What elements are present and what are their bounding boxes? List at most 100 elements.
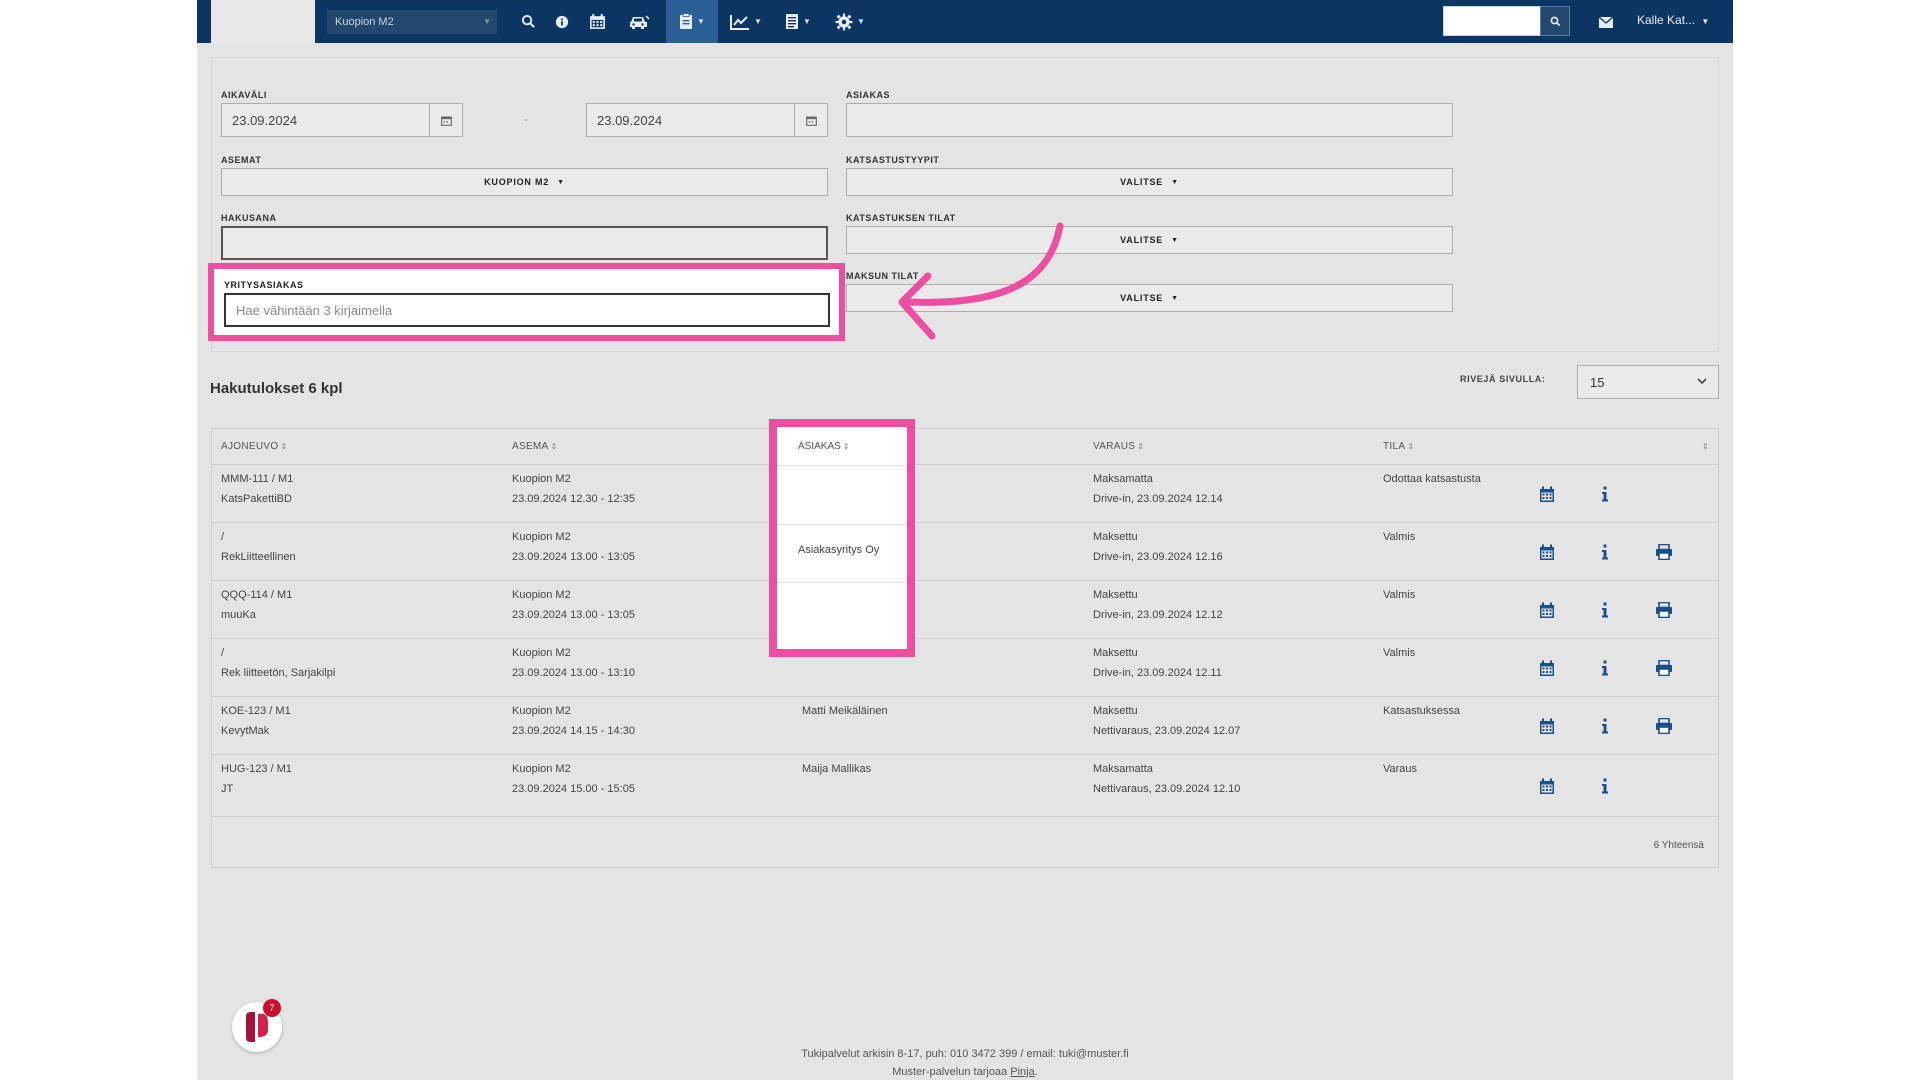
table-row[interactable]: MMM-111 / M1 KatsPakettiBD Kuopion M2 23.09… — [212, 465, 1718, 523]
info-icon[interactable] — [1601, 544, 1609, 565]
global-search-input[interactable] — [1443, 6, 1543, 36]
pinja-link[interactable]: Pinja — [1010, 1066, 1034, 1078]
list-document-icon — [786, 14, 799, 29]
chevron-down-icon: ▼ — [1701, 17, 1710, 26]
reports-menu[interactable]: ▼ — [725, 0, 767, 43]
asiakas-input[interactable] — [846, 103, 1453, 137]
date-to-calendar-button[interactable] — [794, 103, 828, 137]
clipboard-icon — [680, 13, 693, 29]
table-row[interactable]: KOE-123 / M1 KevytMak Kuopion M2 23.09.2024… — [212, 697, 1718, 755]
print-icon[interactable] — [1655, 717, 1673, 739]
vehicle-cell: HUG-123 / M1 — [221, 763, 292, 775]
table-row[interactable]: HUG-123 / M1 JT Kuopion M2 23.09.2024 15.00… — [212, 755, 1718, 817]
info-icon[interactable] — [1601, 718, 1609, 739]
calendar-icon[interactable] — [582, 0, 612, 43]
table-row[interactable]: / RekLiitteellinen Kuopion M2 23.09.2024 13… — [212, 523, 1718, 581]
column-header-label: ASEMA — [512, 441, 549, 452]
rows-per-page-select[interactable]: 15 — [1577, 365, 1719, 399]
global-search-button[interactable] — [1540, 6, 1570, 36]
info-icon[interactable] — [1601, 602, 1609, 623]
column-header-tila[interactable]: TILA ⇕ — [1383, 429, 1414, 465]
column-header-label: VARAUS — [1093, 441, 1136, 452]
asemat-label: ASEMAT — [221, 155, 262, 165]
asiakas-column-highlight: ASIAKAS ⇕ Asiakasyritys Oy — [769, 419, 915, 657]
info-icon[interactable] — [1601, 778, 1609, 799]
column-header-actions-sort[interactable]: ⇕ — [1700, 429, 1709, 465]
yritysasiakas-input[interactable]: Hae vähintään 3 kirjaimella — [224, 293, 830, 327]
status-cell: Varaus — [1383, 763, 1418, 775]
sort-icon: ⇕ — [280, 442, 288, 451]
calendar-icon[interactable] — [1539, 544, 1555, 566]
rows-per-page-value: 15 — [1590, 374, 1605, 390]
payment-cell: Maksettu — [1093, 705, 1138, 717]
inspections-menu[interactable]: ▼ — [666, 0, 718, 43]
booking-cell: Drive-in, 23.09.2024 12.16 — [1093, 551, 1223, 563]
caret-down-icon: ▼ — [1171, 294, 1179, 302]
mail-icon[interactable] — [1598, 15, 1614, 33]
station-cell: Kuopion M2 — [512, 473, 571, 485]
sort-icon: ⇕ — [1407, 442, 1415, 451]
app-logo[interactable] — [211, 0, 315, 43]
print-icon[interactable] — [1655, 543, 1673, 565]
hakusana-input[interactable] — [221, 226, 828, 260]
documents-menu[interactable]: ▼ — [778, 0, 818, 43]
column-header-ajoneuvo[interactable]: AJONEUVO ⇕ — [221, 429, 287, 465]
payment-cell: Maksettu — [1093, 647, 1138, 659]
column-header-label: TILA — [1383, 441, 1406, 452]
booking-cell: Nettivaraus, 23.09.2024 12.10 — [1093, 783, 1241, 795]
sort-icon: ⇕ — [842, 442, 850, 451]
car-icon[interactable] — [622, 0, 656, 43]
calendar-icon[interactable] — [1539, 486, 1555, 508]
row-divider — [777, 524, 907, 525]
station-select[interactable]: Kuopion M2 ▼ — [327, 10, 497, 34]
time-cell: 23.09.2024 13.00 - 13:05 — [512, 551, 635, 563]
results-title: Hakutulokset 6 kpl — [210, 380, 343, 397]
results-table: AJONEUVO⇕ ASEMA⇕ ASIAKAS⇕ VARAUS⇕ TILA⇕ … — [211, 428, 1719, 868]
info-icon[interactable] — [547, 0, 577, 43]
calendar-icon[interactable] — [1539, 718, 1555, 740]
print-icon[interactable] — [1655, 601, 1673, 623]
hakusana-label: HAKUSANA — [221, 213, 277, 223]
asiakas-label: ASIAKAS — [846, 90, 891, 100]
vehicle-sub-cell: KevytMak — [221, 725, 270, 737]
calendar-icon[interactable] — [1539, 660, 1555, 682]
date-to-input[interactable]: 23.09.2024 — [586, 103, 795, 137]
sort-icon: ⇕ — [1702, 442, 1710, 451]
vehicle-sub-cell: RekLiitteellinen — [221, 551, 296, 563]
station-cell: Kuopion M2 — [512, 531, 571, 543]
column-header-asema[interactable]: ASEMA ⇕ — [512, 429, 558, 465]
row-divider — [777, 582, 907, 583]
calendar-icon[interactable] — [1539, 778, 1555, 800]
line-chart-icon — [730, 14, 750, 30]
print-icon[interactable] — [1655, 659, 1673, 681]
table-row[interactable]: / Rek liitteetön, Sarjakilpi Kuopion M2 23.… — [212, 639, 1718, 697]
calendar-icon[interactable] — [1539, 602, 1555, 624]
chat-notification-badge: 7 — [263, 999, 281, 1017]
status-cell: Katsastuksessa — [1383, 705, 1461, 717]
station-cell: Kuopion M2 — [512, 705, 571, 717]
station-cell: Kuopion M2 — [512, 589, 571, 601]
asemat-dropdown[interactable]: KUOPION M2 ▼ — [221, 168, 828, 196]
info-icon[interactable] — [1601, 660, 1609, 681]
status-cell: Valmis — [1383, 531, 1416, 543]
sort-icon: ⇕ — [550, 442, 558, 451]
table-row[interactable]: QQQ-114 / M1 muuKa Kuopion M2 23.09.2024 13… — [212, 581, 1718, 639]
column-header-varaus[interactable]: VARAUS ⇕ — [1093, 429, 1144, 465]
customer-cell: Matti Meikäläinen — [802, 705, 888, 717]
calendar-icon — [805, 116, 817, 126]
maksun-tilat-dropdown-value: VALITSE — [1120, 293, 1164, 303]
info-icon[interactable] — [1601, 486, 1609, 507]
settings-menu[interactable]: ▼ — [829, 0, 871, 43]
search-icon[interactable] — [513, 0, 543, 43]
date-from-calendar-button[interactable] — [429, 103, 463, 137]
vehicle-sub-cell: JT — [221, 783, 234, 795]
station-cell: Kuopion M2 — [512, 647, 571, 659]
katsastuksen-tilat-dropdown-value: VALITSE — [1120, 235, 1164, 245]
user-menu[interactable]: Kalle Kat... ▼ — [1637, 13, 1709, 27]
time-cell: 23.09.2024 15.00 - 15:05 — [512, 783, 635, 795]
vehicle-cell: MMM-111 / M1 — [221, 473, 294, 485]
date-from-input[interactable]: 23.09.2024 — [221, 103, 430, 137]
katsastustyypit-dropdown[interactable]: VALITSE ▼ — [846, 168, 1453, 196]
app-frame: Kuopion M2 ▼ ▼ ▼ ▼ ▼ Kalle Kat... ▼ AIKA… — [197, 0, 1733, 1080]
footer-provider-suffix: . — [1034, 1066, 1038, 1078]
